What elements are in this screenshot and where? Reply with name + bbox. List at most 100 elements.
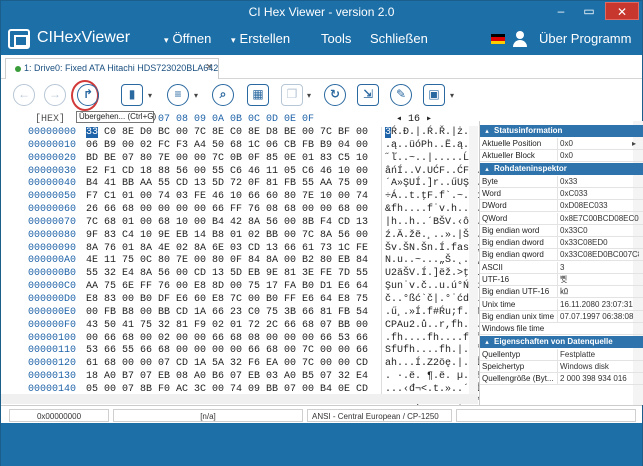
property-row[interactable]: QWord 0x8E7C00BCD08EC033	[480, 212, 643, 225]
row-hex-bytes[interactable]: 9F 83 C4 10 9E EB 14 B8 01 02 BB 00 7C 8…	[86, 230, 368, 243]
menu-open[interactable]: ▾ Öffnen	[164, 31, 211, 46]
menu-tools[interactable]: Tools	[321, 31, 351, 46]
property-row[interactable]: Aktueller Block 0x0	[480, 150, 643, 163]
row-hex-bytes[interactable]: 26 66 68 00 00 00 00 66 FF 76 08 68 00 0…	[86, 204, 368, 217]
hex-row[interactable]: 00000080 9F 83 C4 10 9E EB 14 B8 01 02 BB…	[1, 230, 481, 243]
status-encoding[interactable]: ANSI - Central European / CP-1250	[307, 409, 452, 422]
menu-create[interactable]: ▾ Erstellen	[231, 31, 290, 46]
row-ascii[interactable]: . ·.ë. ¶.ë. µ.2ä	[385, 371, 481, 384]
section-source[interactable]: ▴ Eigenschaften von Datenquelle	[480, 335, 643, 349]
row-hex-bytes[interactable]: 00 FB B8 00 BB CD 1A 66 23 C0 75 3B 66 8…	[86, 307, 368, 320]
list-dropdown-icon[interactable]: ▾	[194, 91, 198, 100]
hex-row[interactable]: 000000B0 55 32 E4 8A 56 00 CD 13 5D EB 9E…	[1, 268, 481, 281]
hex-row[interactable]: 00000040 B4 41 BB AA 55 CD 13 5D 72 0F 81…	[1, 178, 481, 191]
row-ascii[interactable]: ˝ľ..~..|.....Ĺ.	[385, 153, 475, 166]
german-flag-icon[interactable]	[491, 34, 505, 44]
property-row[interactable]: Quellengröße (Byt... 2 000 398 934 016	[480, 373, 643, 386]
row-ascii[interactable]: ź.Ä.žë.¸..».|ŠV.	[385, 230, 481, 243]
copy-dropdown-icon[interactable]: ▾	[307, 91, 311, 100]
property-row[interactable]: Windows file time	[480, 323, 643, 336]
hex-vertical-scrollbar[interactable]	[469, 126, 478, 394]
tab-drive0[interactable]: 1: Drive0: Fixed ATA Hitachi HDS723020BL…	[5, 58, 219, 79]
row-ascii[interactable]: Šv.ŠN.Šn.Í.fas.ţ	[385, 243, 481, 256]
row-hex-bytes[interactable]: AA 75 6E FF 76 00 E8 8D 00 75 17 FA B0 D…	[86, 281, 368, 294]
list-icon[interactable]: ≡	[167, 84, 189, 106]
property-row[interactable]: Byte 0x33	[480, 175, 643, 188]
hex-row[interactable]: 000000A0 4E 11 75 0C 80 7E 00 80 0F 84 8A…	[1, 255, 481, 268]
property-row[interactable]: Unix time 16.11.2080 23:07:31	[480, 298, 643, 311]
refresh-icon[interactable]: ↻	[324, 84, 346, 106]
row-hex-bytes[interactable]: 7C 68 01 00 68 10 00 B4 42 8A 56 00 8B F…	[86, 217, 368, 230]
row-ascii[interactable]: ÷Á..t.ţF.f`.~..t	[385, 191, 481, 204]
row-hex-bytes[interactable]: E2 F1 CD 18 88 56 00 55 C6 46 11 05 C6 4…	[86, 166, 368, 179]
user-icon[interactable]	[513, 31, 527, 47]
row-ascii[interactable]: ah...Í.Z2öę.|..Í	[385, 358, 481, 371]
hex-view[interactable]: [HEX] 04 05 06 07 08 09 0A 0B 0C 0D 0E 0…	[1, 113, 481, 408]
hex-row[interactable]: 000000D0 E8 83 00 B0 DF E6 60 E8 7C 00 B0…	[1, 294, 481, 307]
row-ascii[interactable]: č..°ßć`č|.°˙ćdču	[385, 294, 481, 307]
tab-close-icon[interactable]: ×	[206, 61, 212, 73]
grid-icon[interactable]: ▦	[247, 84, 269, 106]
menu-about[interactable]: Über Programm	[539, 31, 631, 46]
row-ascii[interactable]: |h..h..´BŠV.‹ôÍ.	[385, 217, 481, 230]
row-hex-bytes[interactable]: 53 66 55 66 68 00 00 00 00 66 68 00 7C 0…	[86, 345, 368, 358]
property-row[interactable]: Speichertyp Windows disk	[480, 360, 643, 373]
row-ascii[interactable]: .ű¸.»Í.f#Ŕu;f.űT	[385, 307, 481, 320]
section-status[interactable]: ▴ Statusinformation	[480, 125, 643, 137]
row-ascii[interactable]: U2äŠV.Í.]ëž.>ţ}U	[385, 268, 481, 281]
row-hex-bytes[interactable]: 06 B9 00 02 FC F3 A4 50 68 1C 06 CB FB B…	[86, 140, 368, 153]
maximize-button[interactable]: ▭	[576, 2, 602, 20]
hex-row[interactable]: 00000050 F7 C1 01 00 74 03 FE 46 10 66 60…	[1, 191, 481, 204]
hex-row[interactable]: 00000090 8A 76 01 8A 4E 02 8A 6E 03 CD 13…	[1, 243, 481, 256]
row-hex-bytes[interactable]: 61 68 00 00 07 CD 1A 5A 32 F6 EA 00 7C 0…	[86, 358, 368, 371]
minimize-button[interactable]: –	[548, 2, 574, 20]
property-row[interactable]: ASCII 3	[480, 261, 643, 274]
hex-row[interactable]: 00000020 BD BE 07 80 7E 00 00 7C 0B 0F 85…	[1, 153, 478, 166]
property-row[interactable]: Big endian qword 0x33C08ED0BC007C8E	[480, 249, 643, 262]
bookmark-dropdown-icon[interactable]: ▾	[148, 91, 152, 100]
hex-row[interactable]: 00000110 53 66 55 66 68 00 00 00 00 66 68…	[1, 345, 481, 358]
collapse-icon[interactable]: ▴	[480, 164, 494, 176]
row-hex-bytes[interactable]: 43 50 41 75 32 81 F9 02 01 72 2C 66 68 0…	[86, 320, 368, 333]
row-hex-bytes[interactable]: F7 C1 01 00 74 03 FE 46 10 66 60 80 7E 1…	[86, 191, 368, 204]
property-row[interactable]: Big endian dword 0x33C08ED0	[480, 237, 643, 250]
row-hex-bytes[interactable]: 4E 11 75 0C 80 7E 00 80 0F 84 8A 00 B2 8…	[86, 255, 368, 268]
section-inspector[interactable]: ▴ Rohdateninspektor	[480, 162, 643, 176]
search-icon[interactable]: ⌕	[212, 84, 234, 106]
edit-pencil-icon[interactable]: ✎	[390, 84, 412, 106]
property-row[interactable]: UTF-16 쀳	[480, 274, 643, 286]
hex-row[interactable]: 00000130 18 A0 B7 07 EB 08 A0 B6 07 EB 03…	[1, 371, 481, 384]
row-hex-bytes[interactable]: B4 41 BB AA 55 CD 13 5D 72 0F 81 FB 55 A…	[86, 178, 368, 191]
export-icon[interactable]: ⇲	[357, 84, 379, 106]
row-ascii[interactable]: Şun˙v.č..u.ú°Ńćd	[385, 281, 481, 294]
row-hex-bytes[interactable]: 8A 76 01 8A 4E 02 8A 6E 03 CD 13 66 61 7…	[86, 243, 368, 256]
row-ascii[interactable]: SfUfh....fh.|..f	[385, 345, 481, 358]
row-ascii[interactable]: &fh....f˙v.h..h.	[385, 204, 481, 217]
page-selector[interactable]: ◂ 16 ▸	[396, 113, 432, 125]
row-ascii[interactable]: 3Ŕ.Đ.|.Ŕ.Ř.|ż.	[385, 127, 469, 140]
collapse-icon[interactable]: ▴	[480, 337, 494, 349]
hex-row[interactable]: 00000100 00 66 68 00 02 00 00 66 68 08 00…	[1, 333, 481, 346]
expand-arrow-icon[interactable]: ▸	[632, 138, 636, 149]
row-hex-bytes[interactable]: 55 32 E4 8A 56 00 CD 13 5D EB 9E 81 3E F…	[86, 268, 368, 281]
property-row[interactable]: Big endian UTF-16 ㏀	[480, 286, 643, 299]
property-row[interactable]: Big endian unix time 07.07.1997 06:38:08	[480, 310, 643, 323]
hex-row[interactable]: 000000C0 AA 75 6E FF 76 00 E8 8D 00 75 17…	[1, 281, 481, 294]
copy-icon[interactable]: ❐	[281, 84, 303, 106]
row-hex-bytes[interactable]: 00 66 68 00 02 00 00 66 68 08 00 00 00 6…	[86, 333, 368, 346]
hex-row[interactable]: 00000070 7C 68 01 00 68 10 00 B4 42 8A 56…	[1, 217, 481, 230]
bookmark-icon[interactable]: ▮	[121, 84, 143, 106]
row-ascii[interactable]: CPAu2.ů..r,fh.».	[385, 320, 481, 333]
property-row[interactable]: DWord 0xD08EC033	[480, 200, 643, 213]
goto-button[interactable]: ↱	[77, 84, 99, 106]
hex-row[interactable]: 000000E0 00 FB B8 00 BB CD 1A 66 23 C0 75…	[1, 307, 481, 320]
property-row[interactable]: Word 0xC033	[480, 187, 643, 200]
selected-byte[interactable]: 33	[86, 127, 99, 138]
save-dropdown-icon[interactable]: ▾	[450, 91, 454, 100]
row-ascii[interactable]: .ą..üóPh..Ë.ą..	[385, 140, 475, 153]
property-row[interactable]: Big endian word 0x33C0	[480, 224, 643, 237]
close-window-button[interactable]: ✕	[605, 2, 639, 20]
hex-row[interactable]: 00000030 E2 F1 CD 18 88 56 00 55 C6 46 11…	[1, 166, 481, 179]
hex-row[interactable]: 000000F0 43 50 41 75 32 81 F9 02 01 72 2C…	[1, 320, 481, 333]
hex-row[interactable]: 00000060 26 66 68 00 00 00 00 66 FF 76 08…	[1, 204, 481, 217]
